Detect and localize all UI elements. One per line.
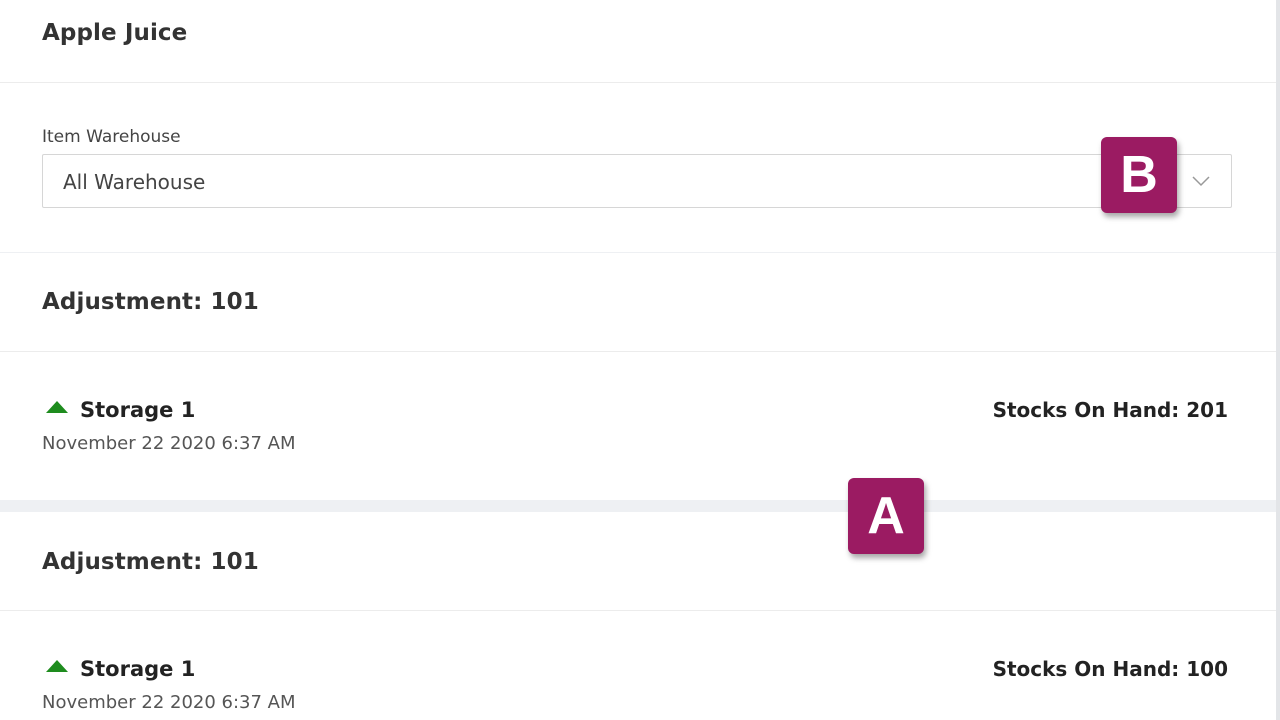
- stocks-on-hand: Stocks On Hand: 100: [992, 657, 1228, 681]
- chevron-down-icon: [1192, 176, 1210, 187]
- header-panel: Apple Juice Item Warehouse All Warehouse: [0, 0, 1276, 252]
- callout-badge-b: B: [1101, 137, 1177, 213]
- adjustment-heading: Adjustment: 101: [42, 549, 259, 575]
- callout-badge-a: A: [848, 478, 924, 554]
- warehouse-select-value: All Warehouse: [63, 170, 206, 194]
- warehouse-select[interactable]: All Warehouse: [42, 154, 1232, 208]
- adjustment-date: November 22 2020 6:37 AM: [42, 692, 296, 713]
- adjustment-card: Adjustment: 101 Storage 1 November 22 20…: [0, 253, 1276, 500]
- adjustment-heading: Adjustment: 101: [42, 289, 259, 315]
- divider: [0, 351, 1276, 352]
- storage-name: Storage 1: [80, 398, 196, 422]
- divider: [0, 82, 1276, 83]
- triangle-up-icon: [46, 660, 68, 672]
- triangle-up-icon: [46, 401, 68, 413]
- adjustment-date: November 22 2020 6:37 AM: [42, 433, 296, 454]
- storage-name: Storage 1: [80, 657, 196, 681]
- page-title: Apple Juice: [42, 20, 188, 46]
- adjustment-card: Adjustment: 101 Storage 1 November 22 20…: [0, 512, 1276, 720]
- stocks-on-hand: Stocks On Hand: 201: [992, 398, 1228, 422]
- warehouse-label: Item Warehouse: [42, 127, 181, 147]
- divider: [0, 610, 1276, 611]
- scrollbar-track[interactable]: [1276, 0, 1280, 720]
